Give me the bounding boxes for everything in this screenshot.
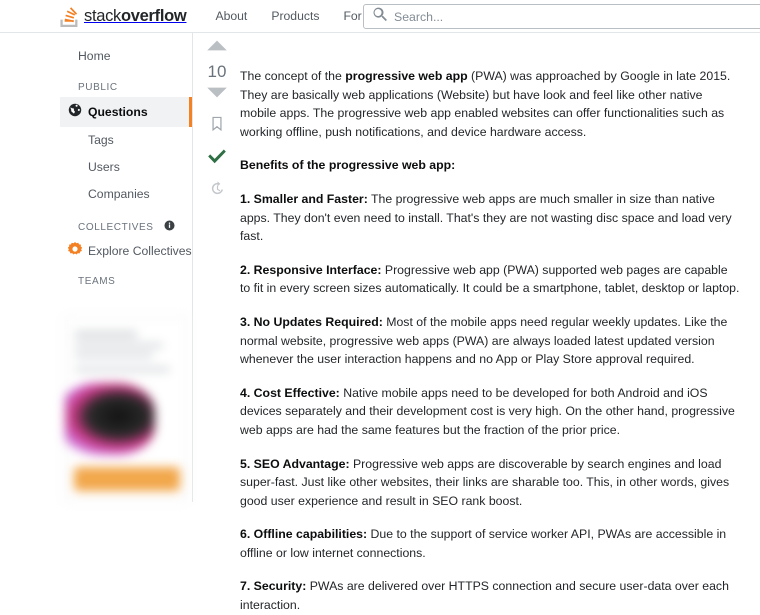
logo-text: stackoverflow [84, 6, 187, 25]
sidebar-item-explore-collectives-label: Explore Collectives [88, 244, 192, 258]
logo-text-stack: stack [84, 6, 122, 25]
benefit-title: 3. No Updates Required: [240, 314, 383, 329]
benefit-title: 7. Security: [240, 579, 307, 594]
search-bar[interactable] [363, 4, 760, 29]
benefits-heading-text: Benefits of the progressive web app: [240, 158, 456, 173]
benefit-title: 6. Offline capabilities: [240, 527, 368, 542]
answer-post-body: The concept of the progressive web app (… [240, 67, 740, 615]
nav-link-products[interactable]: Products [259, 0, 331, 33]
sidebar-section-collectives: COLLECTIVES [60, 208, 192, 238]
vote-down-arrow-icon[interactable] [206, 86, 228, 104]
benefit-title: 4. Cost Effective: [240, 385, 340, 400]
answer-intro-paragraph: The concept of the progressive web app (… [240, 67, 740, 141]
sidebar-item-home[interactable]: Home [60, 43, 192, 70]
benefits-heading: Benefits of the progressive web app: [240, 156, 740, 175]
benefit-title: 2. Responsive Interface: [240, 262, 382, 277]
intro-text-a: The concept of the [240, 69, 346, 83]
benefit-item: 6. Offline capabilities: Due to the supp… [240, 525, 740, 562]
left-sidebar: Home PUBLIC Questions Tags Users Compani… [60, 33, 193, 502]
search-icon [373, 7, 388, 27]
info-icon[interactable] [164, 220, 175, 234]
sidebar-section-teams: TEAMS [60, 264, 192, 291]
search-input[interactable] [394, 5, 760, 28]
benefit-title: 1. Smaller and Faster: [240, 191, 368, 206]
benefit-item: 7. Security: PWAs are delivered over HTT… [240, 577, 740, 614]
stackoverflow-logo[interactable]: stackoverflow [60, 0, 187, 33]
vote-up-arrow-icon[interactable] [206, 39, 228, 57]
sidebar-item-questions-label: Questions [88, 104, 148, 119]
vote-count: 10 [207, 62, 227, 81]
benefit-item: 3. No Updates Required: Most of the mobi… [240, 313, 740, 369]
bookmark-icon[interactable] [210, 116, 224, 137]
nav-link-about[interactable]: About [203, 0, 259, 33]
benefit-title: 5. SEO Advantage: [240, 456, 350, 471]
sidebar-section-public-label: PUBLIC [78, 82, 118, 93]
sidebar-section-public: PUBLIC [60, 70, 192, 97]
sidebar-item-tags[interactable]: Tags [60, 127, 192, 154]
accepted-answer-check-icon[interactable] [206, 148, 228, 171]
teams-promo-cta-button[interactable] [74, 467, 180, 491]
site-header: stackoverflow About Products For Teams [0, 0, 760, 33]
logo-text-overflow: overflow [121, 6, 187, 25]
benefit-item: 4. Cost Effective: Native mobile apps ne… [240, 384, 740, 440]
sidebar-item-questions[interactable]: Questions [60, 97, 192, 127]
page-body: Home PUBLIC Questions Tags Users Compani… [0, 33, 760, 612]
sidebar-section-collectives-label: COLLECTIVES [78, 221, 154, 233]
collectives-gear-icon [67, 242, 83, 260]
sidebar-item-users[interactable]: Users [60, 154, 192, 181]
benefit-text: PWAs are delivered over HTTPS connection… [240, 579, 729, 613]
teams-promo-card[interactable] [64, 316, 188, 502]
benefit-item: 2. Responsive Interface: Progressive web… [240, 261, 740, 298]
sidebar-section-teams-label: TEAMS [78, 276, 116, 287]
intro-bold-term: progressive web app [345, 69, 468, 83]
edit-history-clock-icon[interactable] [210, 181, 225, 201]
answer-vote-column: 10 [200, 39, 234, 201]
benefit-item: 1. Smaller and Faster: The progressive w… [240, 190, 740, 246]
stackoverflow-logo-icon [60, 6, 79, 27]
globe-icon [68, 103, 82, 121]
sidebar-item-companies[interactable]: Companies [60, 181, 192, 208]
sidebar-item-explore-collectives[interactable]: Explore Collectives [60, 238, 192, 264]
